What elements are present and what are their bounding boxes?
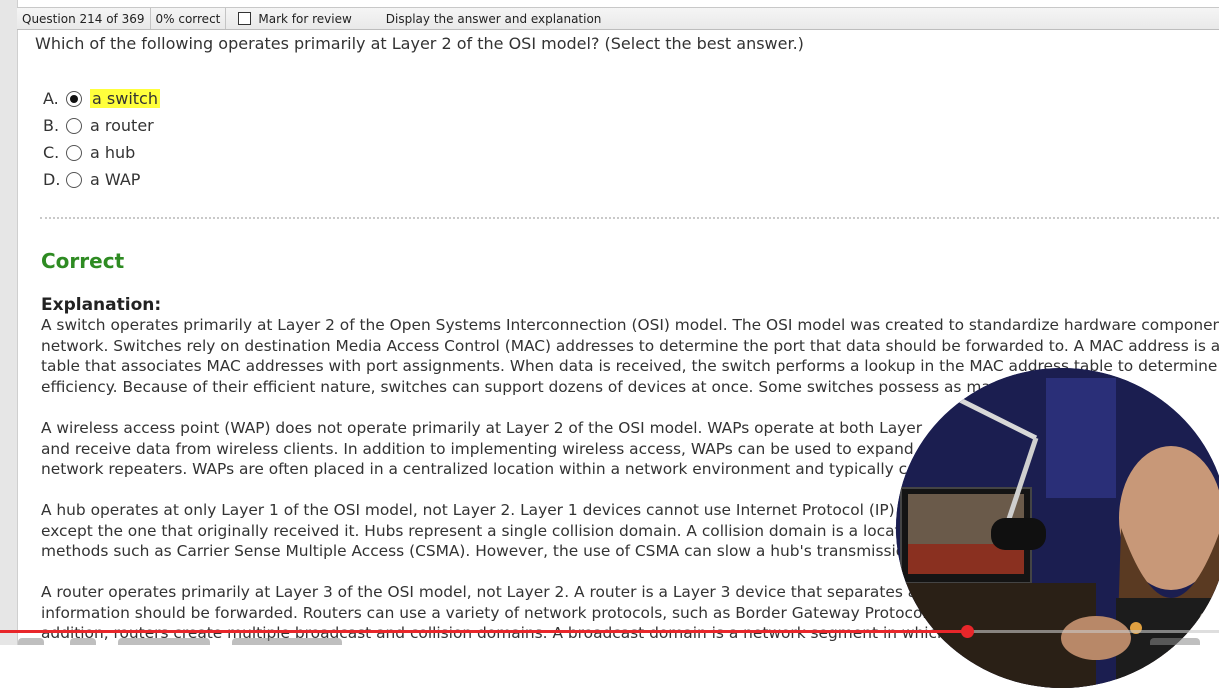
option-a[interactable]: A. a switch — [43, 85, 160, 112]
option-letter: C. — [43, 143, 60, 162]
mark-for-review-checkbox[interactable] — [238, 12, 252, 25]
mark-for-review-toggle[interactable]: Mark for review — [226, 12, 357, 26]
explanation-line: network. Switches rely on destination Me… — [41, 336, 1219, 355]
fullscreen-button[interactable] — [1150, 638, 1200, 645]
option-letter: A. — [43, 89, 59, 108]
option-b[interactable]: B. a router — [43, 112, 160, 139]
option-label[interactable]: a WAP — [90, 170, 140, 189]
result-label: Correct — [41, 249, 125, 273]
explanation-line: A switch operates primarily at Layer 2 o… — [41, 316, 1219, 334]
radio-button[interactable] — [66, 117, 82, 134]
left-edge-panel — [0, 0, 18, 645]
score-indicator: 0% correct — [151, 8, 227, 29]
question-text: Which of the following operates primaril… — [35, 34, 804, 53]
radio-button[interactable] — [66, 144, 82, 161]
video-controls — [0, 638, 1219, 645]
answer-options: A. a switch B. a router C. a hub D. a WA… — [43, 85, 160, 193]
video-progress-bar[interactable] — [0, 625, 1219, 638]
video-scrubber-handle[interactable] — [960, 625, 974, 638]
play-button[interactable] — [18, 638, 44, 645]
section-divider — [40, 217, 1219, 219]
radio-button[interactable] — [66, 171, 82, 188]
time-display — [232, 638, 342, 645]
option-label[interactable]: a router — [90, 116, 154, 135]
option-letter: D. — [43, 170, 61, 189]
explanation-heading: Explanation: — [41, 295, 162, 315]
radio-button[interactable] — [66, 90, 82, 107]
question-counter: Question 214 of 369 — [17, 8, 151, 29]
quiz-toolbar: Question 214 of 369 0% correct Mark for … — [17, 7, 1219, 30]
volume-control[interactable] — [118, 638, 210, 645]
option-label[interactable]: a hub — [90, 143, 135, 162]
option-d[interactable]: D. a WAP — [43, 166, 160, 193]
option-label[interactable]: a switch — [90, 89, 160, 108]
option-c[interactable]: C. a hub — [43, 139, 160, 166]
display-answer-button[interactable]: Display the answer and explanation — [358, 12, 602, 26]
option-letter: B. — [43, 116, 60, 135]
mark-for-review-label: Mark for review — [258, 11, 352, 26]
next-button[interactable] — [70, 638, 96, 645]
video-progress-fill — [0, 630, 967, 633]
